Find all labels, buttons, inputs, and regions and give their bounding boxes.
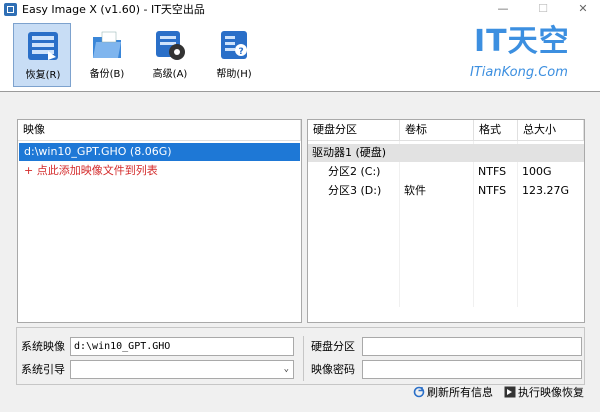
partition-label [400,163,474,181]
partition-label: 软件 [404,184,426,197]
advanced-button[interactable]: 高级(A) [141,23,199,87]
brand-main-text: IT天空 [474,24,570,59]
partition-format: NTFS [478,184,507,197]
partition-name[interactable]: 分区2 (C:) [324,163,400,181]
disk-table-panel[interactable]: 硬盘分区 卷标 格式 总大小 驱动器1 (硬盘) 分区2 (C:) NTFS 1… [307,119,585,323]
partition-size: 123.27G [522,184,570,197]
backup-button[interactable]: 备份(B) [78,23,136,87]
disk-partition-label: 硬盘分区 [311,340,355,353]
close-button[interactable]: ✕ [566,0,600,19]
execute-label: 执行映像恢复 [518,386,584,399]
image-list-item[interactable]: d:\win10_GPT.GHO (8.06G) [19,143,300,161]
image-password-label: 映像密码 [311,363,355,376]
system-boot-label: 系统引导 [21,363,65,376]
form-divider [303,336,304,381]
execute-icon [504,386,516,398]
maximize-button[interactable]: ☐ [526,0,560,19]
chevron-down-icon[interactable]: ⌄ [284,361,289,378]
restore-button[interactable]: 恢复(R) [13,23,71,87]
app-icon [4,3,17,16]
advanced-label: 高级(A) [152,69,188,80]
restore-label: 恢复(R) [25,70,61,81]
refresh-link[interactable]: 刷新所有信息 [413,385,493,401]
minimize-button[interactable]: — [486,0,520,19]
system-image-field[interactable]: d:\win10_GPT.GHO [70,337,294,356]
refresh-icon [413,386,425,398]
column-header-format[interactable]: 格式 [474,120,518,141]
backup-icon [93,31,121,58]
partition-name[interactable]: 分区3 (D:) [324,182,400,200]
image-password-field[interactable] [362,360,582,379]
column-header-size[interactable]: 总大小 [518,120,584,141]
help-icon: ? [221,31,247,59]
partition-format: NTFS [478,165,507,178]
help-button[interactable]: ? 帮助(H) [205,23,263,87]
image-list-header[interactable]: 映像 [18,120,301,141]
add-image-hint[interactable]: + 点此添加映像文件到列表 [19,162,300,180]
backup-label: 备份(B) [89,69,125,80]
drive-row[interactable]: 驱动器1 (硬盘) [308,144,584,162]
system-boot-select[interactable]: ⌄ [70,360,294,379]
partition-size: 100G [522,165,552,178]
brand-sub-text: ITianKong.Com [470,65,568,80]
execute-restore-link[interactable]: 执行映像恢复 [504,385,584,401]
title-bar: Easy Image X (v1.60) - IT天空出品 — ☐ ✕ [0,0,600,19]
image-list-panel[interactable]: 映像 d:\win10_GPT.GHO (8.06G) + 点此添加映像文件到列… [17,119,302,323]
disk-partition-field[interactable] [362,337,582,356]
refresh-label: 刷新所有信息 [427,386,493,399]
restore-icon [28,32,58,60]
brand-logo: IT天空 ITianKong.Com [466,21,596,85]
window-title: Easy Image X (v1.60) - IT天空出品 [22,3,205,16]
advanced-icon [156,31,185,60]
column-header-label[interactable]: 卷标 [400,120,474,141]
svg-text:?: ? [239,47,244,57]
column-header-partition[interactable]: 硬盘分区 [308,120,400,141]
system-image-label: 系统映像 [21,340,65,353]
help-label: 帮助(H) [216,69,252,80]
